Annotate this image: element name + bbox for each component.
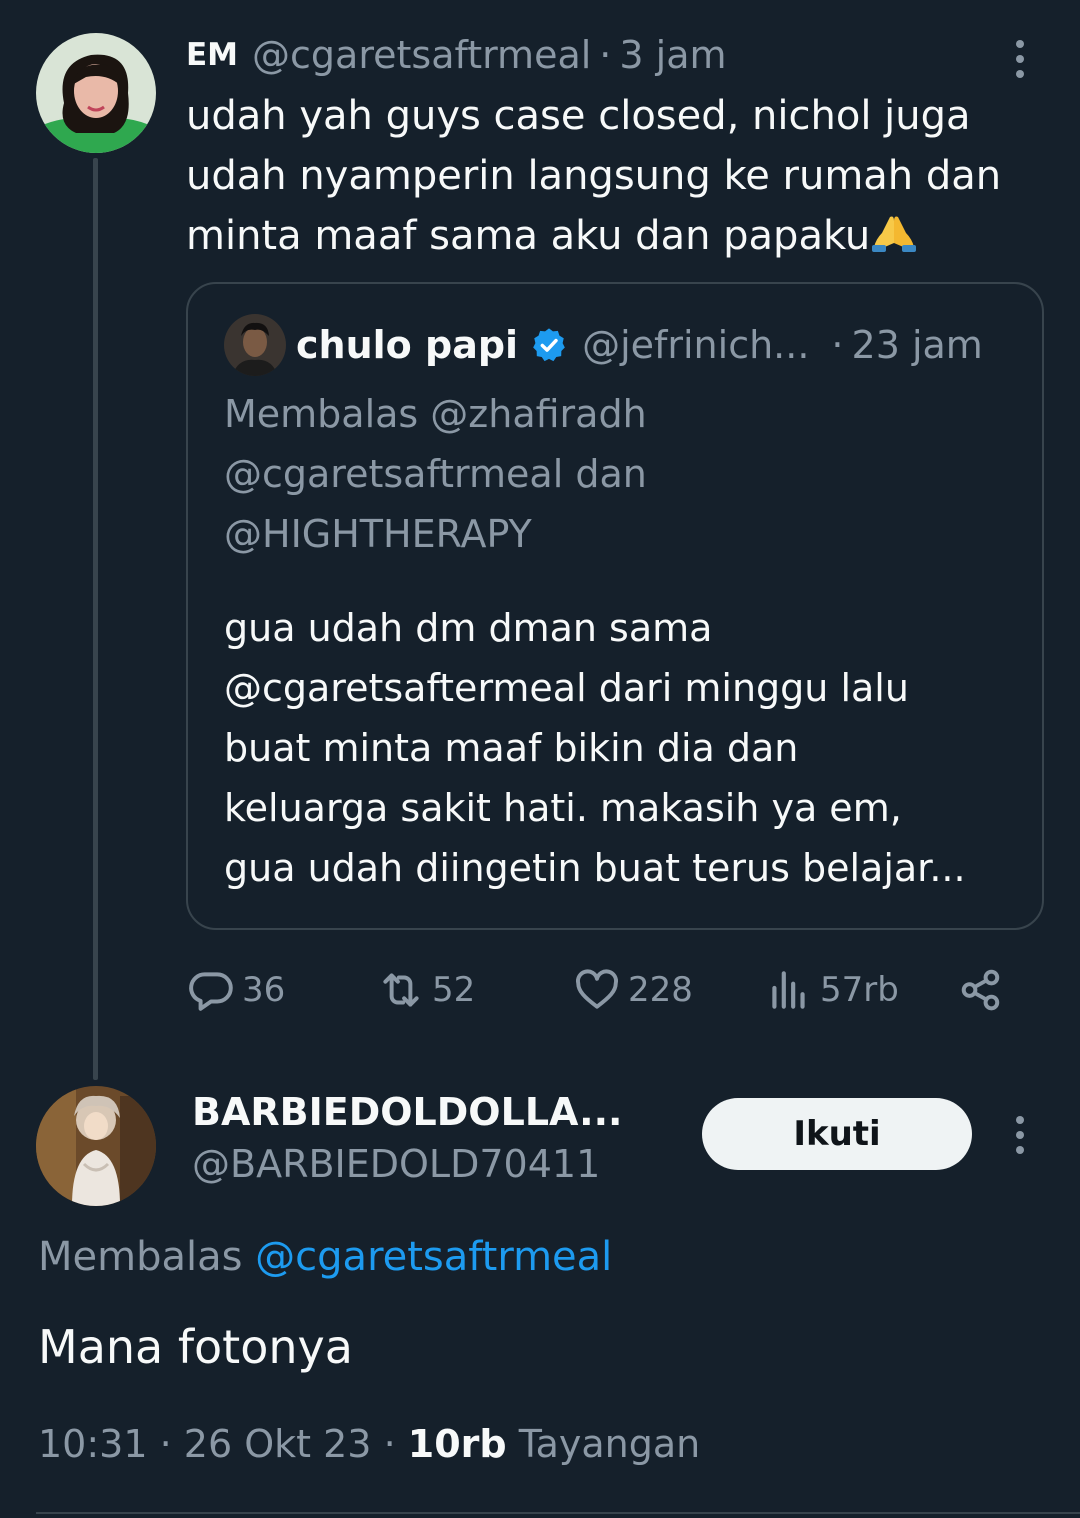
quoted-tweet-text: gua udah dm dman sama @cgaretsaftermeal … xyxy=(224,598,1024,898)
reply-views-label[interactable]: Tayangan xyxy=(519,1422,701,1466)
folded-hands-icon xyxy=(872,216,917,252)
replying-to-prefix: Membalas xyxy=(38,1234,243,1280)
quoted-avatar[interactable] xyxy=(224,314,286,376)
reply-views-count: 10rb xyxy=(407,1422,507,1466)
divider xyxy=(36,1512,1080,1514)
follow-button[interactable]: Ikuti xyxy=(702,1098,972,1170)
reply-author-name[interactable]: BARBIEDOLDOLLA... xyxy=(192,1090,622,1134)
retweet-icon xyxy=(383,973,419,1007)
quoted-text-line: @cgaretsaftermeal dari minggu lalu xyxy=(224,666,909,710)
like-button[interactable]: 228 xyxy=(572,960,693,1020)
quoted-text-line: gua udah diingetin buat terus belajar... xyxy=(224,846,966,890)
views-button[interactable]: 57rb xyxy=(764,960,899,1020)
like-count: 228 xyxy=(628,970,693,1010)
author-name[interactable]: EM xyxy=(186,37,238,73)
tweet-text: udah yah guys case closed, nichol juga u… xyxy=(186,86,1046,266)
tweet-action-bar: 36 52 228 57rb xyxy=(186,960,1016,1020)
heart-icon xyxy=(576,969,618,1009)
share-button[interactable] xyxy=(956,960,1012,1020)
author-handle[interactable]: @cgaretsaftrmeal xyxy=(252,33,591,77)
thread-connector-line xyxy=(93,158,98,1080)
quoted-text-line: gua udah dm dman sama xyxy=(224,606,713,650)
quoted-text-line: keluarga sakit hati. makasih ya em, xyxy=(224,786,902,830)
replying-to-line: @HIGHTHERAPY xyxy=(224,512,532,556)
verified-badge-icon xyxy=(533,328,565,362)
separator-dot: · xyxy=(159,1422,172,1466)
views-count: 57rb xyxy=(820,970,899,1010)
replying-to-mention[interactable]: @cgaretsaftrmeal xyxy=(255,1234,612,1280)
tweet-text-line: udah yah guys case closed, nichol juga xyxy=(186,93,971,139)
quoted-author-handle[interactable]: @jefrinich... xyxy=(582,323,809,367)
tweet-text-line: udah nyamperin langsung ke rumah dan xyxy=(186,153,1002,199)
tweet-header: EM @cgaretsaftrmeal · 3 jam xyxy=(186,28,727,82)
reply-button[interactable]: 36 xyxy=(186,960,285,1020)
reply-count: 36 xyxy=(242,970,286,1010)
separator-dot: · xyxy=(599,33,612,77)
quoted-tweet-card[interactable]: chulo papi @jefrinich... · 23 jam Membal… xyxy=(186,282,1044,930)
quoted-author-name[interactable]: chulo papi xyxy=(296,323,518,367)
replying-to: Membalas @cgaretsaftrmeal xyxy=(38,1234,612,1280)
reply-time[interactable]: 10:31 xyxy=(38,1422,148,1466)
tweet-timestamp[interactable]: 3 jam xyxy=(619,33,726,77)
reply-avatar[interactable] xyxy=(36,1086,156,1206)
reply-icon xyxy=(189,972,233,1011)
reply-date[interactable]: 26 Okt 23 xyxy=(184,1422,372,1466)
reply-author-handle[interactable]: @BARBIEDOLD70411 xyxy=(192,1142,600,1186)
separator-dot: · xyxy=(831,323,844,367)
replying-to-line: Membalas @zhafiradh xyxy=(224,392,647,436)
views-chart-icon xyxy=(772,971,805,1009)
tweet-text-line-content: minta maaf sama aku dan papaku xyxy=(186,213,871,259)
avatar[interactable] xyxy=(36,33,156,153)
reply-text: Mana fotonya xyxy=(38,1320,353,1374)
quoted-tweet-header: chulo papi @jefrinich... · 23 jam xyxy=(296,318,983,372)
tweet-text-line: minta maaf sama aku dan papaku xyxy=(186,206,1046,266)
more-options-icon[interactable] xyxy=(1010,40,1030,78)
separator-dot: · xyxy=(383,1422,396,1466)
replying-to-line: @cgaretsaftrmeal dan xyxy=(224,452,647,496)
retweet-count: 52 xyxy=(432,970,476,1010)
share-icon xyxy=(961,969,1000,1011)
quoted-replying-to: Membalas @zhafiradh @cgaretsaftrmeal dan… xyxy=(224,384,984,564)
more-options-icon[interactable] xyxy=(1010,1116,1030,1154)
quoted-timestamp[interactable]: 23 jam xyxy=(852,323,983,367)
reply-metadata: 10:31 · 26 Okt 23 · 10rb Tayangan xyxy=(38,1422,700,1466)
retweet-button[interactable]: 52 xyxy=(376,960,475,1020)
quoted-text-line: buat minta maaf bikin dia dan xyxy=(224,726,799,770)
